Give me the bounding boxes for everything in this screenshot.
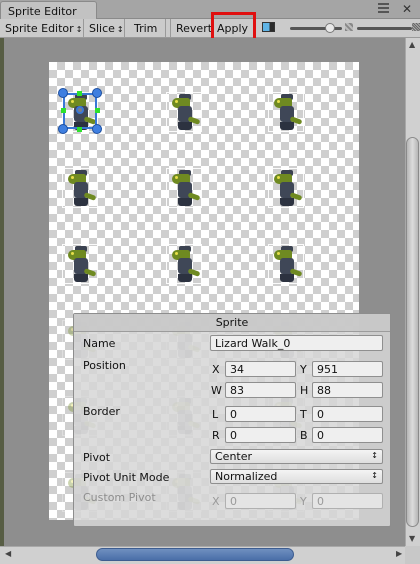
scroll-right-icon[interactable]: ▶ xyxy=(396,549,402,558)
slice-dropdown[interactable]: Slice ↕ xyxy=(84,19,125,38)
vertical-scroll-thumb[interactable] xyxy=(406,137,419,527)
pivot-unit-label: Pivot Unit Mode xyxy=(83,471,170,484)
h-label: H xyxy=(300,384,309,397)
panel-title: Sprite xyxy=(74,314,390,332)
mipmap-slider-track[interactable] xyxy=(357,27,412,30)
position-x-field[interactable]: 34 xyxy=(225,361,296,377)
w-label: W xyxy=(211,384,222,397)
revert-label: Revert xyxy=(176,22,213,35)
position-label: Position xyxy=(83,359,126,372)
border-handle-right[interactable] xyxy=(95,108,100,113)
pivot-dropdown[interactable]: Center ↕ xyxy=(210,449,383,464)
trim-label: Trim xyxy=(134,22,158,35)
sprite-eye xyxy=(277,176,280,179)
scrollbar-corner xyxy=(405,546,420,564)
sprite-eye xyxy=(175,100,178,103)
sprite-cell[interactable] xyxy=(268,168,304,208)
sprite-eye xyxy=(175,176,178,179)
sprite-legs xyxy=(74,198,88,206)
mipmap-large-icon xyxy=(412,23,420,31)
sprite-editor-tab[interactable]: Sprite Editor xyxy=(0,1,97,20)
sprite-legs xyxy=(280,274,294,282)
sprite-legs xyxy=(280,198,294,206)
dropdown-arrow-icon: ↕ xyxy=(75,25,83,34)
width-field[interactable]: 83 xyxy=(225,382,296,398)
sprite-inspector-panel: Sprite Name Lizard Walk_0 Position X 34 … xyxy=(73,313,391,527)
zoom-slider-thumb[interactable] xyxy=(325,23,335,33)
height-field[interactable]: 88 xyxy=(312,382,383,398)
resize-handle-bottom-right[interactable] xyxy=(92,124,102,134)
dropdown-arrow-icon: ↕ xyxy=(371,471,378,480)
border-handle-bottom[interactable] xyxy=(77,127,82,132)
sprite-cell[interactable] xyxy=(62,244,98,284)
y-label: Y xyxy=(300,363,307,376)
scroll-left-icon[interactable]: ◀ xyxy=(5,549,11,558)
pivot-handle[interactable] xyxy=(76,106,84,114)
slice-label: Slice xyxy=(89,22,115,35)
left-edge-strip xyxy=(0,38,4,546)
custom-pivot-x-label: X xyxy=(212,495,220,508)
dropdown-arrow-icon: ↕ xyxy=(371,451,378,460)
border-t-field[interactable]: 0 xyxy=(312,406,383,422)
r-label: R xyxy=(212,429,220,442)
sprite-cell[interactable] xyxy=(166,244,202,284)
sprite-cell[interactable] xyxy=(166,168,202,208)
name-label: Name xyxy=(83,337,116,350)
dropdown-arrow-icon: ↕ xyxy=(116,25,124,34)
border-b-field[interactable]: 0 xyxy=(312,427,383,443)
name-field[interactable]: Lizard Walk_0 xyxy=(210,335,383,351)
border-r-field[interactable]: 0 xyxy=(225,427,296,443)
sprite-cell[interactable] xyxy=(268,92,304,132)
pivot-label: Pivot xyxy=(83,451,111,464)
pivot-value: Center xyxy=(215,450,253,463)
t-label: T xyxy=(300,408,307,421)
trim-button[interactable]: Trim xyxy=(125,19,166,38)
sprite-legs xyxy=(178,198,192,206)
resize-handle-bottom-left[interactable] xyxy=(58,124,68,134)
mode-dropdown[interactable]: Sprite Editor ↕ xyxy=(0,19,84,38)
sprite-legs xyxy=(74,274,88,282)
close-icon[interactable]: ✕ xyxy=(402,2,412,16)
sprite-cell[interactable] xyxy=(62,168,98,208)
color-channel-icon[interactable] xyxy=(262,22,275,32)
sprite-eye xyxy=(277,252,280,255)
l-label: L xyxy=(212,408,219,421)
border-handle-left[interactable] xyxy=(61,108,66,113)
mode-dropdown-label: Sprite Editor xyxy=(5,22,74,35)
border-handle-top[interactable] xyxy=(77,91,82,96)
pivot-unit-value: Normalized xyxy=(215,470,278,483)
horizontal-scroll-thumb[interactable] xyxy=(96,548,294,561)
position-y-field[interactable]: 951 xyxy=(312,361,383,377)
mipmap-small-icon xyxy=(345,23,353,31)
scroll-up-icon[interactable]: ▲ xyxy=(409,40,415,49)
border-l-field[interactable]: 0 xyxy=(225,406,296,422)
sprite-eye xyxy=(277,100,280,103)
sprite-legs xyxy=(178,274,192,282)
sprite-eye xyxy=(175,252,178,255)
revert-button[interactable]: Revert xyxy=(170,19,212,38)
resize-handle-top-right[interactable] xyxy=(92,88,102,98)
b-label: B xyxy=(300,429,308,442)
resize-handle-top-left[interactable] xyxy=(58,88,68,98)
x-label: X xyxy=(212,363,220,376)
sprite-cell[interactable] xyxy=(268,244,304,284)
custom-pivot-y-field: 0 xyxy=(312,493,383,509)
sprite-eye xyxy=(71,252,74,255)
scroll-down-icon[interactable]: ▼ xyxy=(409,534,415,543)
pivot-unit-dropdown[interactable]: Normalized ↕ xyxy=(210,469,383,484)
window-menu-icon[interactable] xyxy=(378,3,392,15)
custom-pivot-y-label: Y xyxy=(300,495,307,508)
sprite-legs xyxy=(280,122,294,130)
custom-pivot-x-field: 0 xyxy=(225,493,296,509)
sprite-cell[interactable] xyxy=(166,92,202,132)
tab-title: Sprite Editor xyxy=(8,5,77,18)
sprite-legs xyxy=(178,122,192,130)
border-label: Border xyxy=(83,405,120,418)
custom-pivot-label: Custom Pivot xyxy=(83,491,156,504)
sprite-eye xyxy=(71,176,74,179)
